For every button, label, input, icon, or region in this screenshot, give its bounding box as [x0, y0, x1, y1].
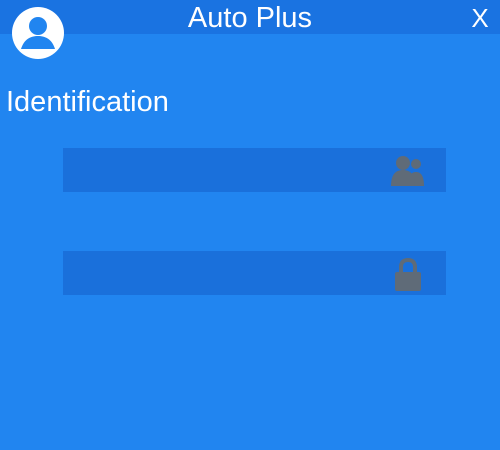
lock-icon: [388, 258, 428, 291]
app-title: Auto Plus: [187, 2, 313, 34]
password-input[interactable]: [63, 251, 383, 295]
username-field-container: [63, 148, 446, 192]
username-input[interactable]: [63, 148, 383, 192]
page-heading: Identification: [6, 86, 169, 118]
close-button[interactable]: X: [468, 4, 492, 32]
password-field-container: [63, 251, 446, 295]
users-icon: [388, 155, 428, 187]
